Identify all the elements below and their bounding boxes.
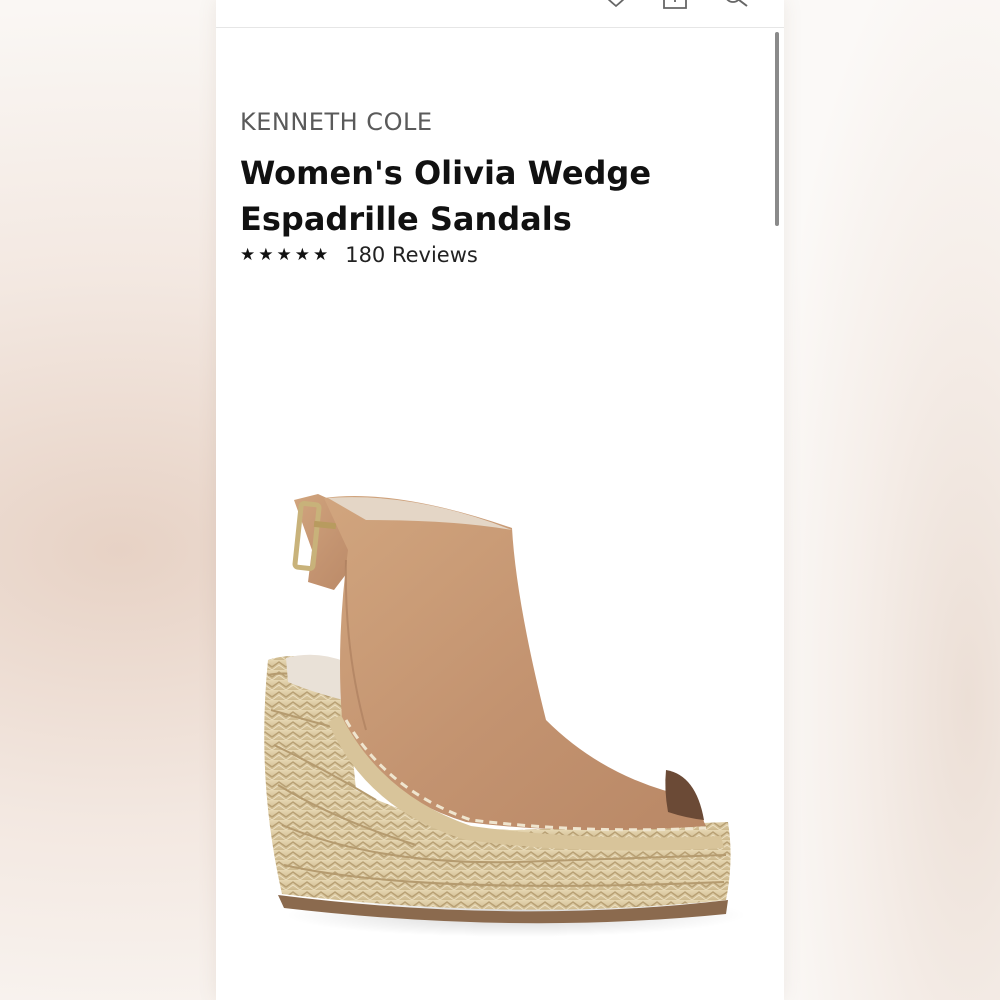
star-rating: ★★★★★ [240, 245, 332, 265]
share-icon[interactable] [662, 0, 688, 12]
heart-icon[interactable] [601, 0, 631, 12]
scrollbar[interactable] [775, 32, 779, 226]
product-image[interactable] [216, 470, 784, 970]
search-icon[interactable] [721, 0, 751, 12]
product-title-line2: Espadrille Sandals [240, 200, 572, 238]
rating-row[interactable]: ★★★★★ 180 Reviews [240, 240, 478, 270]
product-brand[interactable]: KENNETH COLE [240, 108, 433, 136]
product-page: KENNETH COLE Women's Olivia Wedge Espadr… [216, 0, 784, 1000]
top-nav-bar [216, 0, 784, 28]
product-title: Women's Olivia Wedge Espadrille Sandals [240, 150, 660, 242]
background-right [784, 0, 1000, 1000]
product-title-line1: Women's Olivia Wedge [240, 154, 652, 192]
reviews-link[interactable]: 180 Reviews [345, 243, 478, 267]
chevron-left-icon[interactable] [252, 0, 272, 8]
